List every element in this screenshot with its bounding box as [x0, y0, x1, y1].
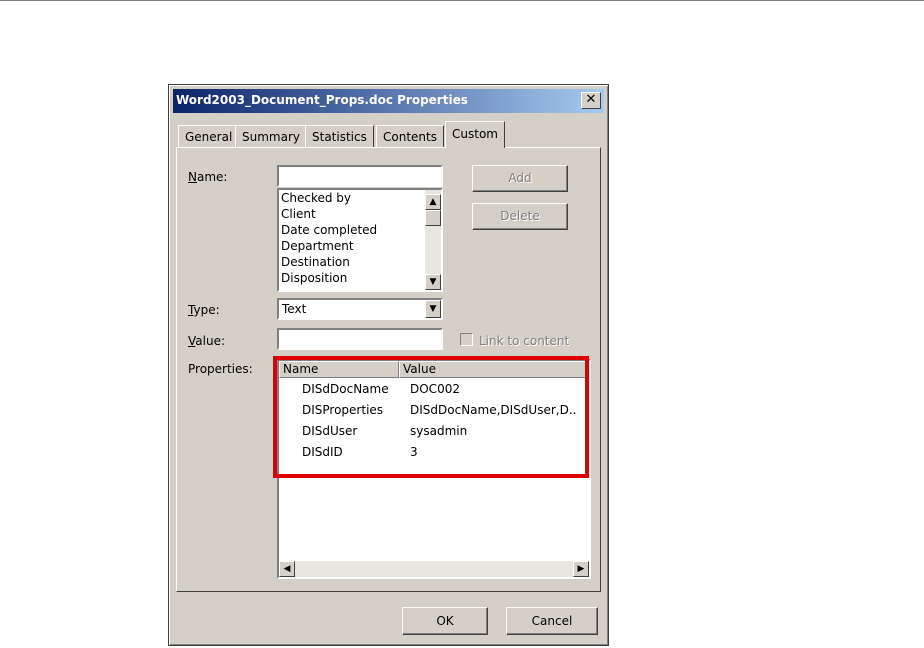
properties-list[interactable]: Name Value DISdDocName DOC002 DISPropert… [277, 359, 591, 579]
value-label-rest: alue: [195, 334, 225, 348]
table-row[interactable]: DISProperties DISdDocName,DISdUser,D.. [279, 400, 589, 421]
scroll-up-button[interactable]: ▲ [425, 194, 441, 210]
arrow-down-icon: ▼ [429, 277, 437, 287]
property-value: DOC002 [410, 382, 460, 396]
type-select[interactable]: Text ▼ [277, 298, 443, 320]
tab-summary-label: Summary [242, 130, 300, 144]
properties-label: Properties: [188, 362, 253, 376]
list-scrollbar[interactable]: ▲ ▼ [425, 190, 441, 290]
close-icon: ✕ [585, 92, 597, 107]
link-to-content-label: Link to content [479, 334, 570, 348]
tab-custom-label: Custom [452, 127, 498, 141]
properties-dialog: Word2003_Document_Props.doc Properties ✕… [168, 84, 609, 646]
table-row[interactable]: DISdUser sysadmin [279, 421, 589, 442]
property-name: DISdID [302, 445, 343, 459]
tab-contents-label: Contents [383, 130, 437, 144]
list-item[interactable]: Client [279, 206, 441, 222]
scroll-down-button[interactable]: ▼ [425, 274, 441, 290]
name-suggestions-list[interactable]: Checked by Client Date completed Departm… [277, 188, 443, 292]
custom-tab-panel: Name: Checked by Client Date completed D… [176, 147, 601, 592]
type-label-rest: ype: [193, 303, 220, 317]
list-item[interactable]: Destination [279, 254, 441, 270]
scroll-right-button[interactable]: ▶ [573, 561, 589, 577]
property-name: DISProperties [302, 403, 384, 417]
cancel-button-label: Cancel [531, 614, 573, 628]
type-dropdown-button[interactable]: ▼ [425, 300, 441, 318]
name-label: Name: [188, 170, 228, 184]
cancel-button[interactable]: Cancel [506, 607, 598, 635]
scroll-thumb[interactable] [425, 210, 441, 226]
property-name: DISdUser [302, 424, 358, 438]
list-item[interactable]: Disposition [279, 270, 441, 286]
dialog-title: Word2003_Document_Props.doc Properties [176, 93, 468, 107]
table-row[interactable]: DISdID 3 [279, 442, 589, 463]
delete-button[interactable]: Delete [472, 203, 568, 230]
ok-button[interactable]: OK [402, 607, 488, 635]
value-input[interactable] [277, 328, 443, 350]
tab-general[interactable]: General [178, 125, 240, 147]
tab-custom[interactable]: Custom [445, 121, 505, 148]
title-bar[interactable]: Word2003_Document_Props.doc Properties ✕ [173, 89, 604, 113]
list-item[interactable]: Department [279, 238, 441, 254]
column-header-value[interactable]: Value [399, 361, 589, 378]
property-name: DISdDocName [302, 382, 389, 396]
scroll-left-button[interactable]: ◀ [279, 561, 295, 577]
table-row[interactable]: DISdDocName DOC002 [279, 379, 589, 400]
name-label-rest: ame: [196, 170, 228, 184]
property-value: DISdDocName,DISdUser,D.. [410, 403, 577, 417]
column-header-name-label: Name [283, 362, 319, 376]
type-select-value: Text [282, 302, 307, 316]
arrow-right-icon: ▶ [577, 564, 585, 574]
delete-button-label: Delete [500, 209, 540, 223]
column-header-value-label: Value [403, 362, 436, 376]
list-item[interactable]: Date completed [279, 222, 441, 238]
list-item[interactable]: Checked by [279, 190, 441, 206]
property-value: sysadmin [410, 424, 468, 438]
scroll-track[interactable] [295, 561, 573, 577]
property-value: 3 [410, 445, 418, 459]
column-header-name[interactable]: Name [279, 361, 399, 378]
tab-statistics-label: Statistics [312, 130, 367, 144]
link-to-content-checkbox[interactable] [460, 333, 473, 346]
top-rule [0, 0, 924, 1]
tab-statistics[interactable]: Statistics [305, 125, 374, 147]
chevron-down-icon: ▼ [429, 304, 437, 314]
properties-hscrollbar[interactable]: ◀ ▶ [279, 561, 589, 577]
type-label: Type: [188, 303, 220, 317]
name-input[interactable] [277, 165, 443, 187]
tab-general-label: General [185, 130, 233, 144]
add-button[interactable]: Add [472, 165, 568, 192]
tab-summary[interactable]: Summary [235, 125, 307, 147]
ok-button-label: OK [436, 614, 454, 628]
tab-contents[interactable]: Contents [376, 125, 444, 147]
add-button-label: Add [508, 171, 532, 185]
arrow-left-icon: ◀ [283, 564, 291, 574]
close-button[interactable]: ✕ [581, 92, 601, 109]
arrow-up-icon: ▲ [429, 197, 437, 207]
value-label: Value: [188, 334, 225, 348]
